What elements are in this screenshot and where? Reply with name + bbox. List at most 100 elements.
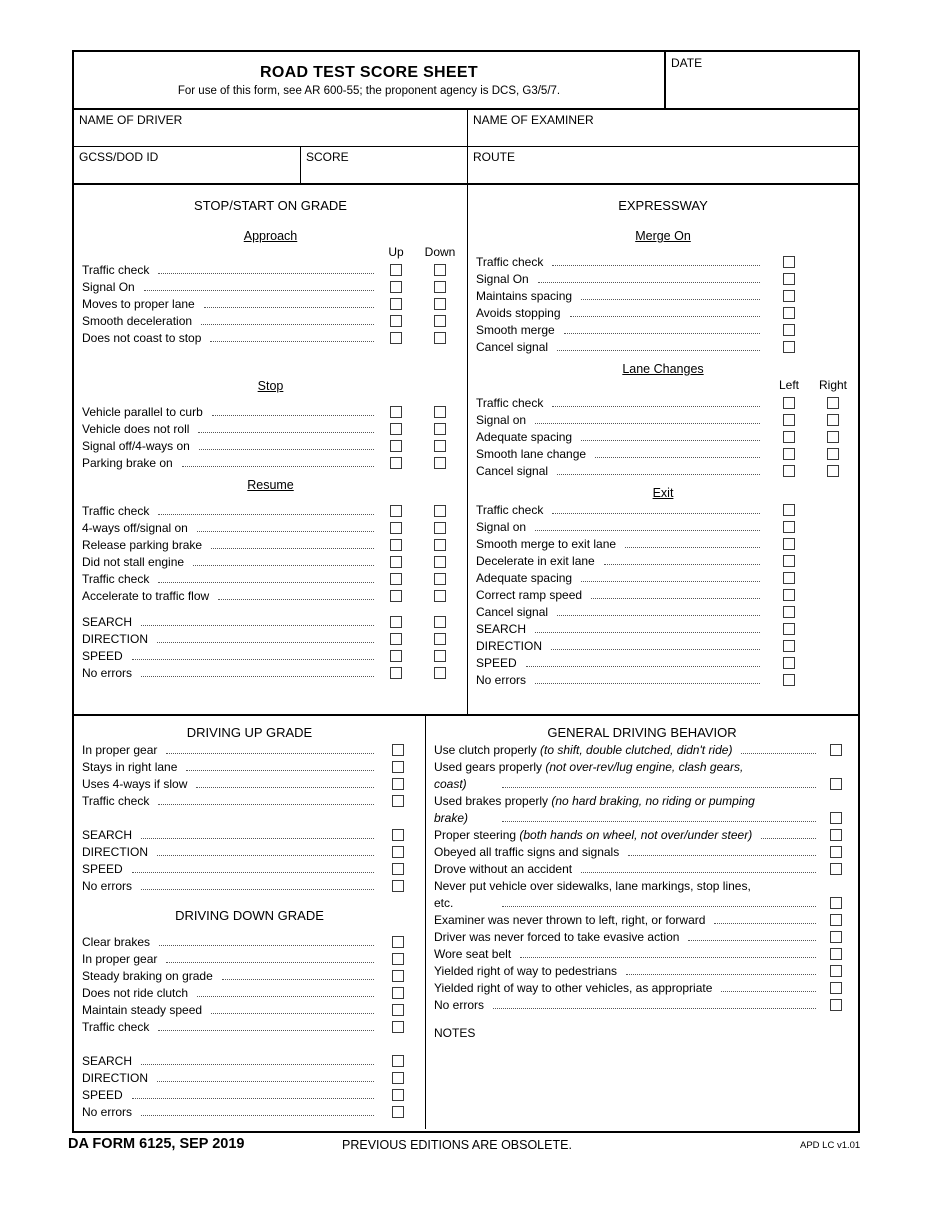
checkbox[interactable] [390, 590, 402, 602]
checkbox[interactable] [783, 555, 795, 567]
checkbox[interactable] [827, 397, 839, 409]
checkbox[interactable] [434, 556, 446, 568]
checkbox[interactable] [392, 1106, 404, 1118]
checkbox[interactable] [830, 812, 842, 824]
checkbox[interactable] [392, 744, 404, 756]
checkbox[interactable] [830, 965, 842, 977]
checkbox[interactable] [434, 298, 446, 310]
checkbox[interactable] [783, 657, 795, 669]
checkbox[interactable] [434, 650, 446, 662]
checkbox[interactable] [783, 465, 795, 477]
checkbox[interactable] [390, 616, 402, 628]
route-field[interactable]: ROUTE [468, 147, 858, 183]
checkbox[interactable] [830, 863, 842, 875]
checkbox[interactable] [434, 573, 446, 585]
checkbox[interactable] [392, 829, 404, 841]
checkbox[interactable] [830, 897, 842, 909]
checkbox[interactable] [392, 1004, 404, 1016]
checkbox[interactable] [830, 778, 842, 790]
checkbox[interactable] [392, 795, 404, 807]
checkbox[interactable] [783, 431, 795, 443]
checkbox[interactable] [434, 332, 446, 344]
checkbox[interactable] [434, 315, 446, 327]
checkbox[interactable] [390, 650, 402, 662]
checkbox[interactable] [783, 290, 795, 302]
checkbox[interactable] [830, 914, 842, 926]
checkbox[interactable] [783, 504, 795, 516]
checkbox[interactable] [783, 256, 795, 268]
checkbox[interactable] [783, 521, 795, 533]
checkbox[interactable] [434, 539, 446, 551]
gcss-dod-id-field[interactable]: GCSS/DOD ID [74, 147, 300, 183]
checkbox[interactable] [434, 522, 446, 534]
checkbox[interactable] [830, 846, 842, 858]
checkbox[interactable] [390, 667, 402, 679]
checkbox[interactable] [392, 1089, 404, 1101]
checkbox[interactable] [390, 440, 402, 452]
checkbox[interactable] [783, 623, 795, 635]
checkbox[interactable] [783, 414, 795, 426]
checkbox[interactable] [392, 846, 404, 858]
checkbox[interactable] [783, 307, 795, 319]
checkbox[interactable] [434, 423, 446, 435]
checkbox[interactable] [434, 505, 446, 517]
checkbox[interactable] [830, 744, 842, 756]
checkbox[interactable] [392, 987, 404, 999]
checkbox[interactable] [783, 572, 795, 584]
checkbox[interactable] [392, 761, 404, 773]
checkbox[interactable] [392, 970, 404, 982]
checkbox[interactable] [830, 931, 842, 943]
checkbox[interactable] [783, 606, 795, 618]
name-of-driver-field[interactable]: NAME OF DRIVER [74, 110, 467, 146]
checkbox[interactable] [390, 573, 402, 585]
checkbox[interactable] [830, 948, 842, 960]
checkbox[interactable] [827, 431, 839, 443]
notes-input-area[interactable] [426, 1040, 858, 1150]
checkbox[interactable] [390, 423, 402, 435]
checkbox[interactable] [392, 1055, 404, 1067]
checkbox[interactable] [830, 829, 842, 841]
checkbox[interactable] [434, 457, 446, 469]
checkbox[interactable] [434, 616, 446, 628]
checkbox[interactable] [434, 406, 446, 418]
checkbox[interactable] [434, 440, 446, 452]
checkbox[interactable] [783, 674, 795, 686]
checkbox[interactable] [783, 273, 795, 285]
checkbox[interactable] [434, 590, 446, 602]
checkbox[interactable] [390, 406, 402, 418]
checkbox[interactable] [392, 1072, 404, 1084]
checkbox[interactable] [390, 281, 402, 293]
checkbox[interactable] [392, 863, 404, 875]
checkbox[interactable] [827, 465, 839, 477]
checkbox[interactable] [390, 633, 402, 645]
checkbox[interactable] [392, 880, 404, 892]
checkbox[interactable] [783, 448, 795, 460]
checkbox[interactable] [434, 281, 446, 293]
checkbox[interactable] [390, 332, 402, 344]
checkbox[interactable] [390, 522, 402, 534]
checkbox[interactable] [434, 264, 446, 276]
checkbox[interactable] [783, 640, 795, 652]
checkbox[interactable] [392, 936, 404, 948]
checkbox[interactable] [390, 539, 402, 551]
checkbox[interactable] [827, 414, 839, 426]
checkbox[interactable] [783, 589, 795, 601]
checkbox[interactable] [783, 324, 795, 336]
checkbox[interactable] [783, 341, 795, 353]
name-of-examiner-field[interactable]: NAME OF EXAMINER [468, 110, 858, 146]
checkbox[interactable] [390, 505, 402, 517]
date-field[interactable]: DATE [666, 52, 858, 108]
checkbox[interactable] [390, 298, 402, 310]
checkbox[interactable] [390, 457, 402, 469]
checkbox[interactable] [392, 953, 404, 965]
checkbox[interactable] [827, 448, 839, 460]
checkbox[interactable] [390, 264, 402, 276]
checkbox[interactable] [783, 538, 795, 550]
checkbox[interactable] [434, 667, 446, 679]
checkbox[interactable] [434, 633, 446, 645]
checkbox[interactable] [783, 397, 795, 409]
checkbox[interactable] [392, 1021, 404, 1033]
score-field[interactable]: SCORE [301, 147, 467, 183]
checkbox[interactable] [392, 778, 404, 790]
checkbox[interactable] [390, 315, 402, 327]
